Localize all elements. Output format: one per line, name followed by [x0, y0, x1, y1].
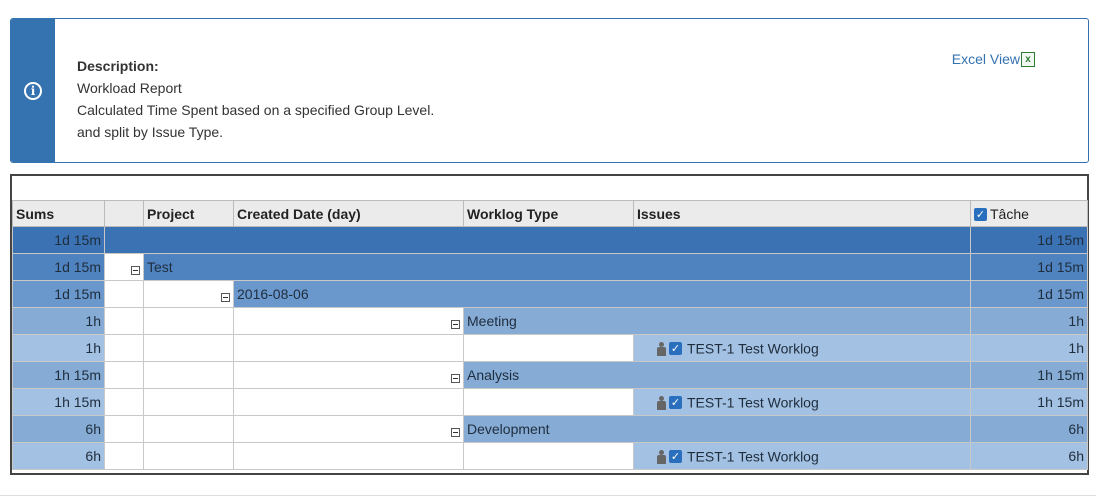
collapse-icon[interactable] — [451, 373, 460, 383]
empty-cell — [104, 361, 144, 389]
tache-cell: 1h 15m — [970, 361, 1088, 389]
header-row: Sums Project Created Date (day) Worklog … — [12, 200, 1088, 227]
report-table: Sums Project Created Date (day) Worklog … — [12, 200, 1088, 470]
sum-cell: 1h 15m — [12, 361, 105, 389]
empty-cell — [233, 442, 464, 470]
sum-cell: 1h — [12, 334, 105, 362]
table-row: 1d 15m 1d 15m — [12, 226, 1088, 254]
empty-cell — [104, 334, 144, 362]
toggle-cell[interactable] — [104, 253, 144, 281]
issue-cell[interactable]: ✓ TEST-1 Test Worklog — [633, 442, 971, 470]
empty-cell — [143, 415, 234, 443]
issue-link[interactable]: TEST-1 Test Worklog — [687, 341, 819, 357]
table-row: 1d 15m 2016-08-06 1d 15m — [12, 280, 1088, 308]
column-header-sums[interactable]: Sums — [12, 200, 105, 227]
toggle-cell[interactable] — [233, 307, 464, 335]
description-line: Calculated Time Spent based on a specifi… — [77, 102, 435, 118]
user-icon — [656, 449, 666, 464]
report-grid: Sums Project Created Date (day) Worklog … — [10, 174, 1089, 475]
column-header-blank — [104, 200, 144, 227]
empty-cell — [104, 307, 144, 335]
collapse-icon[interactable] — [221, 292, 230, 302]
worklog-type-label: Analysis — [463, 361, 971, 389]
tache-cell: 6h — [970, 415, 1088, 443]
table-row: 6h ✓ TEST-1 Test Worklog 6h — [12, 442, 1088, 470]
toggle-cell[interactable] — [233, 415, 464, 443]
empty-cell — [143, 361, 234, 389]
sum-cell: 1h — [12, 307, 105, 335]
sum-cell: 6h — [12, 442, 105, 470]
sum-cell: 1h 15m — [12, 388, 105, 416]
empty-cell — [233, 334, 464, 362]
empty-cell — [143, 442, 234, 470]
sum-cell: 1d 15m — [12, 253, 105, 281]
tache-cell: 1d 15m — [970, 253, 1088, 281]
sum-cell: 1d 15m — [12, 280, 105, 308]
column-header-project[interactable]: Project — [143, 200, 234, 227]
issue-checkbox-icon[interactable]: ✓ — [669, 450, 682, 464]
sum-cell: 1d 15m — [12, 226, 105, 254]
table-row: 6h Development 6h — [12, 415, 1088, 443]
description-body: Description: Workload Report Calculated … — [77, 55, 434, 143]
toggle-cell[interactable] — [233, 361, 464, 389]
collapse-icon[interactable] — [451, 319, 460, 329]
issue-link[interactable]: TEST-1 Test Worklog — [687, 395, 819, 411]
worklog-type-label: Meeting — [463, 307, 971, 335]
table-row: 1h 15m ✓ TEST-1 Test Worklog 1h 15m — [12, 388, 1088, 416]
collapse-icon[interactable] — [451, 427, 460, 437]
user-icon — [656, 395, 666, 410]
issue-checkbox-icon[interactable]: ✓ — [669, 396, 682, 410]
issue-link[interactable]: TEST-1 Test Worklog — [687, 449, 819, 465]
tache-cell: 1h 15m — [970, 388, 1088, 416]
tache-checkbox[interactable]: ✓ — [974, 208, 987, 222]
date-label: 2016-08-06 — [233, 280, 971, 308]
empty-cell — [463, 442, 634, 470]
issue-cell[interactable]: ✓ TEST-1 Test Worklog — [633, 334, 971, 362]
collapse-icon[interactable] — [131, 265, 140, 275]
description-line: and split by Issue Type. — [77, 124, 224, 140]
empty-cell — [143, 388, 234, 416]
tache-cell: 1d 15m — [970, 280, 1088, 308]
table-row: 1h 15m Analysis 1h 15m — [12, 361, 1088, 389]
total-band — [104, 226, 971, 254]
column-header-worklog-type[interactable]: Worklog Type — [463, 200, 634, 227]
excel-view-label: Excel View — [951, 51, 1020, 67]
empty-cell — [104, 415, 144, 443]
empty-cell — [104, 280, 144, 308]
column-header-issues[interactable]: Issues — [633, 200, 971, 227]
empty-cell — [104, 388, 144, 416]
tache-cell: 1h — [970, 307, 1088, 335]
sum-cell: 6h — [12, 415, 105, 443]
column-header-tache[interactable]: ✓ Tâche — [970, 200, 1088, 227]
description-title: Description: — [77, 58, 159, 74]
description-panel: i Description: Workload Report Calculate… — [10, 18, 1089, 163]
column-header-created-date[interactable]: Created Date (day) — [233, 200, 464, 227]
empty-cell — [143, 307, 234, 335]
empty-cell — [463, 388, 634, 416]
tache-cell: 1d 15m — [970, 226, 1088, 254]
empty-cell — [463, 334, 634, 362]
table-row: 1d 15m Test 1d 15m — [12, 253, 1088, 281]
tache-cell: 1h — [970, 334, 1088, 362]
page-divider — [0, 495, 1096, 496]
project-label: Test — [143, 253, 971, 281]
table-row: 1h Meeting 1h — [12, 307, 1088, 335]
info-sidebar: i — [11, 19, 55, 162]
worklog-type-label: Development — [463, 415, 971, 443]
excel-icon: x — [1021, 51, 1035, 67]
issue-cell[interactable]: ✓ TEST-1 Test Worklog — [633, 388, 971, 416]
table-row: 1h ✓ TEST-1 Test Worklog 1h — [12, 334, 1088, 362]
description-line: Workload Report — [77, 80, 182, 96]
empty-cell — [104, 442, 144, 470]
issue-checkbox-icon[interactable]: ✓ — [669, 342, 682, 356]
excel-view-link[interactable]: Excel View x — [952, 51, 1035, 67]
tache-cell: 6h — [970, 442, 1088, 470]
empty-cell — [233, 388, 464, 416]
toggle-cell[interactable] — [143, 280, 234, 308]
info-icon: i — [24, 81, 42, 100]
user-icon — [656, 341, 666, 356]
empty-cell — [143, 334, 234, 362]
tache-header-label: Tâche — [990, 205, 1029, 222]
